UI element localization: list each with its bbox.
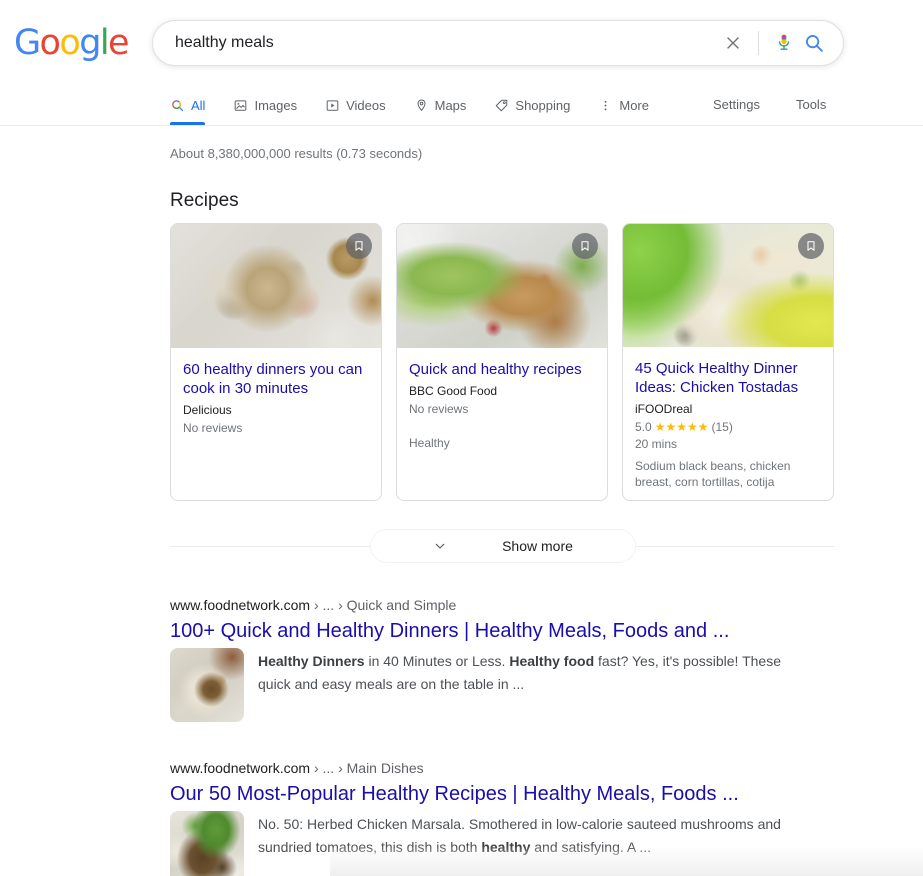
bookmark-button[interactable] [346, 233, 372, 259]
result-title-link[interactable]: 100+ Quick and Healthy Dinners | Healthy… [170, 618, 810, 644]
tab-images-label: Images [254, 98, 297, 113]
search-nav-bar: All Images Videos Maps [0, 86, 923, 126]
recipe-card-title[interactable]: 60 healthy dinners you can cook in 30 mi… [183, 360, 369, 398]
tab-shopping-label: Shopping [515, 98, 570, 113]
search-results-content: About 8,380,000,000 results (0.73 second… [0, 126, 923, 876]
recipe-card-tag: Healthy [409, 435, 595, 451]
show-more-label: Show more [502, 538, 573, 554]
tab-images[interactable]: Images [233, 86, 297, 124]
result-body: Healthy Dinners in 40 Minutes or Less. H… [170, 648, 810, 722]
tab-videos[interactable]: Videos [325, 86, 386, 124]
recipe-card[interactable]: 60 healthy dinners you can cook in 30 mi… [170, 223, 382, 501]
clear-search-button[interactable] [718, 28, 748, 58]
recipe-card-rating: 5.0 ★★★★★ (15) [635, 419, 821, 436]
snippet-bold: healthy [481, 839, 530, 855]
recipe-card-image [623, 224, 833, 347]
recipe-card-body: Quick and healthy recipes BBC Good Food … [397, 348, 607, 500]
settings-link[interactable]: Settings [713, 86, 760, 124]
result-domain: www.foodnetwork.com [170, 760, 310, 776]
bookmark-icon [805, 239, 817, 253]
recipe-card-image [397, 224, 607, 348]
voice-search-button[interactable] [769, 28, 799, 58]
search-bar[interactable] [152, 20, 844, 66]
snippet-bold: Healthy food [509, 653, 594, 669]
search-icon [803, 32, 825, 54]
show-more-section: Show more [170, 529, 835, 563]
image-icon [233, 98, 248, 113]
grain-bowl-thumbnail[interactable] [170, 648, 244, 722]
recipe-card-carousel: 60 healthy dinners you can cook in 30 mi… [170, 223, 923, 501]
result-snippet: No. 50: Herbed Chicken Marsala. Smothere… [258, 811, 810, 876]
recipe-card-source: BBC Good Food [409, 383, 595, 399]
recipe-card-source: Delicious [183, 402, 369, 418]
result-stats: About 8,380,000,000 results (0.73 second… [170, 126, 923, 162]
result-url[interactable]: www.foodnetwork.com › ... › Main Dishes [170, 758, 810, 778]
bookmark-button[interactable] [798, 233, 824, 259]
close-icon [723, 33, 743, 53]
recipe-card-title[interactable]: 45 Quick Healthy Dinner Ideas: Chicken T… [635, 359, 821, 397]
search-result: www.foodnetwork.com › ... › Main Dishes … [170, 758, 810, 876]
recipe-card-reviews: No reviews [409, 401, 595, 417]
breadcrumb: › ... › Quick and Simple [310, 597, 456, 613]
recipe-card-image [171, 224, 381, 348]
chicken-marsala-thumbnail[interactable] [170, 811, 244, 876]
snippet-text: and satisfying. A ... [530, 839, 651, 855]
nav-right-links: Settings Tools [677, 86, 923, 124]
rating-value: 5.0 [635, 419, 652, 436]
tab-maps[interactable]: Maps [414, 86, 467, 124]
show-more-button[interactable]: Show more [370, 529, 636, 563]
organic-results-list: www.foodnetwork.com › ... › Quick and Si… [170, 595, 810, 876]
bookmark-icon [353, 239, 365, 253]
search-input[interactable] [153, 21, 718, 65]
page-header: Google [0, 0, 923, 86]
result-body: No. 50: Herbed Chicken Marsala. Smothere… [170, 811, 810, 876]
map-pin-icon [414, 98, 429, 113]
recipe-card-ingredients: Sodium black beans, chicken breast, corn… [635, 458, 821, 490]
recipe-card-time: 20 mins [635, 436, 821, 452]
search-divider [758, 31, 759, 55]
search-bar-icons [718, 28, 843, 58]
bookmark-icon [579, 239, 591, 253]
tab-all[interactable]: All [170, 86, 205, 124]
recipe-card-title[interactable]: Quick and healthy recipes [409, 360, 595, 379]
rating-count: (15) [711, 419, 732, 436]
search-submit-button[interactable] [799, 28, 829, 58]
recipe-card[interactable]: Quick and healthy recipes BBC Good Food … [396, 223, 608, 501]
result-title-link[interactable]: Our 50 Most-Popular Healthy Recipes | He… [170, 781, 810, 807]
recipe-card-source: iFOODreal [635, 401, 821, 417]
tab-active-underline [170, 122, 205, 125]
chevron-down-icon [432, 538, 448, 554]
recipe-card-body: 45 Quick Healthy Dinner Ideas: Chicken T… [623, 347, 833, 500]
result-url[interactable]: www.foodnetwork.com › ... › Quick and Si… [170, 595, 810, 615]
bookmark-button[interactable] [572, 233, 598, 259]
search-icon [170, 98, 185, 113]
breadcrumb: › ... › Main Dishes [310, 760, 424, 776]
tab-videos-label: Videos [346, 98, 386, 113]
search-result: www.foodnetwork.com › ... › Quick and Si… [170, 595, 810, 722]
tab-all-label: All [191, 98, 205, 113]
more-vertical-icon [598, 98, 613, 113]
tab-maps-label: Maps [435, 98, 467, 113]
recipe-card[interactable]: 45 Quick Healthy Dinner Ideas: Chicken T… [622, 223, 834, 501]
result-snippet: Healthy Dinners in 40 Minutes or Less. H… [258, 648, 810, 722]
tab-shopping[interactable]: Shopping [494, 86, 570, 124]
tab-more[interactable]: More [598, 86, 649, 124]
recipe-card-reviews: No reviews [183, 420, 369, 436]
tag-icon [494, 98, 509, 113]
snippet-text: in 40 Minutes or Less. [365, 653, 510, 669]
tab-more-label: More [619, 98, 649, 113]
google-logo[interactable]: Google [14, 24, 128, 62]
microphone-icon [773, 32, 795, 54]
recipes-section-heading: Recipes [170, 189, 923, 213]
tools-link[interactable]: Tools [796, 86, 826, 124]
star-rating-icon: ★★★★★ [655, 419, 709, 436]
snippet-bold: Healthy Dinners [258, 653, 365, 669]
recipe-card-body: 60 healthy dinners you can cook in 30 mi… [171, 348, 381, 500]
video-icon [325, 98, 340, 113]
result-domain: www.foodnetwork.com [170, 597, 310, 613]
